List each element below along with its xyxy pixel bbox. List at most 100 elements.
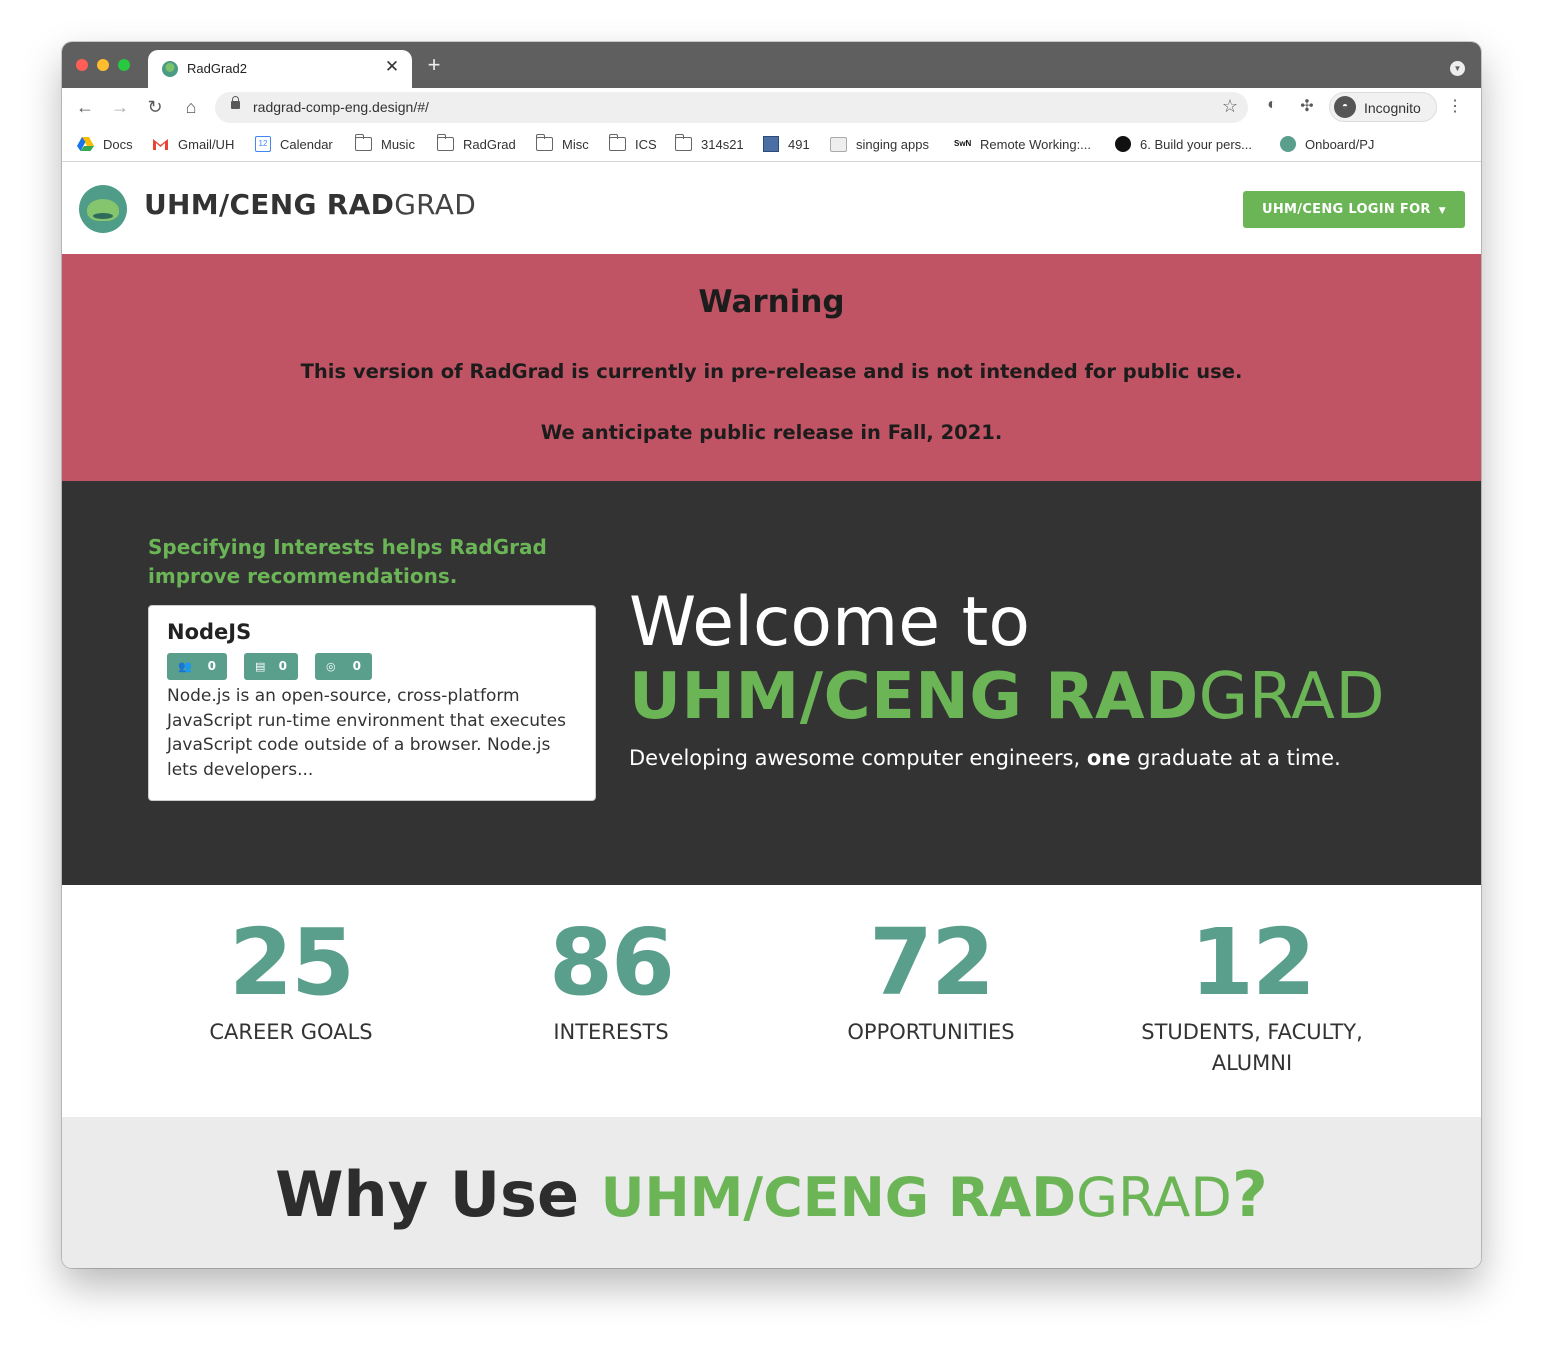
bookmark-label: singing apps — [856, 136, 929, 152]
warning-release-date: We anticipate public release in Fall, 20… — [540, 421, 1003, 444]
badge-count: 0 — [207, 659, 216, 673]
stat-label: CAREER GOALS — [209, 1020, 373, 1044]
stat-value: 12 — [1189, 909, 1316, 1016]
stat-career-goals: 25 CAREER GOALS — [131, 913, 451, 1048]
stats-section: 25 CAREER GOALS 86 INTERESTS 72 OPPORTUN… — [62, 885, 1481, 1117]
tab-title: RadGrad2 — [187, 61, 247, 76]
users-icon: 👥 — [178, 660, 192, 673]
warning-banner: Warning This version of RadGrad is curre… — [62, 254, 1481, 481]
bookmark-314s21[interactable]: 314s21 — [674, 134, 744, 153]
gmail-icon — [152, 137, 169, 151]
interest-title: NodeJS — [167, 620, 252, 644]
tab-strip: RadGrad2 ✕ + ▼ — [62, 42, 1481, 88]
browser-window: RadGrad2 ✕ + ▼ ← → ↻ ⌂ radgrad-comp-eng.… — [62, 42, 1481, 1268]
browser-menu-icon[interactable]: ⋮ — [1447, 96, 1463, 116]
address-bar[interactable]: radgrad-comp-eng.design/#/ ☆ — [215, 92, 1248, 123]
bookmark-label: ICS — [635, 136, 657, 152]
lock-icon — [231, 96, 240, 109]
stat-interests: 86 INTERESTS — [451, 913, 771, 1048]
brand-bold: UHM/CENG RAD — [144, 188, 395, 221]
stat-label: OPPORTUNITIES — [847, 1020, 1015, 1044]
back-icon[interactable]: ← — [74, 96, 96, 118]
swn-icon: SwN — [954, 139, 972, 148]
welcome-brand-bold: UHM/CENG RAD — [629, 660, 1199, 734]
bookmark-calendar[interactable]: 12 Calendar — [255, 135, 333, 153]
bookmark-label: Calendar — [280, 136, 333, 152]
browser-tab[interactable]: RadGrad2 ✕ — [148, 50, 412, 88]
login-label: UHM/CENG LOGIN FOR — [1262, 202, 1431, 217]
radgrad-logo-icon[interactable] — [79, 185, 127, 233]
login-dropdown-button[interactable]: UHM/CENG LOGIN FOR ▼ — [1243, 191, 1465, 228]
new-tab-button[interactable]: + — [424, 52, 444, 78]
bookmark-label: Docs — [103, 136, 133, 152]
why-suffix: ? — [1231, 1158, 1268, 1231]
stat-label: INTERESTS — [553, 1020, 669, 1044]
site-brand[interactable]: UHM/CENG RADGRAD — [144, 188, 476, 221]
folder-icon — [354, 134, 372, 151]
why-brand: UHM/CENG RADGRAD — [601, 1166, 1232, 1229]
stat-value: 72 — [868, 909, 995, 1016]
tagline-bold: one — [1086, 746, 1131, 770]
browser-toolbar: ← → ↻ ⌂ radgrad-comp-eng.design/#/ ☆ ◐ ✣… — [62, 88, 1481, 126]
square-icon — [763, 136, 779, 152]
bookmark-music[interactable]: Music — [354, 134, 415, 153]
folder-icon — [608, 134, 626, 151]
opportunities-count-badge: ◎ 0 — [315, 653, 372, 680]
welcome-brand-light: GRAD — [1198, 660, 1386, 734]
stat-value: 86 — [548, 909, 675, 1016]
app-icon — [830, 136, 847, 152]
why-section: Why Use UHM/CENG RADGRAD? — [62, 1117, 1481, 1268]
bookmark-onboard-pj[interactable]: Onboard/PJ — [1280, 135, 1374, 153]
bookmark-ics[interactable]: ICS — [608, 134, 657, 153]
bookmark-build-your-pers[interactable]: 6. Build your pers... — [1115, 135, 1252, 153]
google-drive-icon — [77, 137, 94, 151]
welcome-heading: Welcome to — [629, 583, 1030, 662]
password-manager-icon[interactable]: ◐ — [1261, 96, 1283, 114]
tagline: Developing awesome computer engineers, o… — [629, 746, 1341, 770]
tagline-pre: Developing awesome computer engineers, — [629, 746, 1087, 770]
radgrad-favicon-icon — [162, 61, 178, 77]
caret-down-icon: ▼ — [1438, 206, 1446, 216]
badge-count: 0 — [352, 659, 361, 673]
site-header: UHM/CENG RADGRAD UHM/CENG LOGIN FOR ▼ — [62, 163, 1481, 254]
interest-description: Node.js is an open-source, cross-platfor… — [167, 686, 566, 780]
bookmark-label: Remote Working:... — [980, 136, 1092, 152]
why-prefix: Why Use — [275, 1158, 601, 1231]
bookmark-491[interactable]: 491 — [763, 135, 810, 153]
reload-icon[interactable]: ↻ — [144, 96, 166, 118]
bookmark-docs[interactable]: Docs — [77, 135, 133, 153]
hero-section: Specifying Interests helps RadGrad impro… — [62, 481, 1481, 885]
tagline-post: graduate at a time. — [1130, 746, 1341, 770]
bookmark-label: 314s21 — [701, 136, 744, 152]
incognito-label: Incognito — [1364, 100, 1421, 116]
github-icon — [1115, 136, 1131, 152]
folder-icon — [674, 134, 692, 151]
bookmark-remote-working[interactable]: SwN Remote Working:... — [954, 135, 1091, 153]
stat-opportunities: 72 OPPORTUNITIES — [771, 913, 1091, 1048]
forward-icon[interactable]: → — [109, 96, 131, 118]
bookmark-star-icon[interactable]: ☆ — [1222, 96, 1238, 117]
close-window-button[interactable] — [76, 59, 88, 71]
interests-note: Specifying Interests helps RadGrad impro… — [148, 535, 547, 588]
bookmark-radgrad[interactable]: RadGrad — [436, 134, 516, 153]
page-content: UHM/CENG RADGRAD UHM/CENG LOGIN FOR ▼ War… — [62, 163, 1481, 1268]
globe-icon — [1280, 136, 1296, 152]
close-tab-icon[interactable]: ✕ — [382, 57, 402, 77]
why-brand-bold: UHM/CENG RAD — [600, 1166, 1077, 1229]
folder-icon — [436, 134, 454, 151]
interest-card[interactable]: NodeJS 👥 0 ▤ 0 ◎ 0 Node.js is an open-so… — [148, 605, 596, 801]
bookmark-label: 491 — [788, 136, 810, 152]
bookmark-label: 6. Build your pers... — [1140, 136, 1252, 152]
bookmark-singing-apps[interactable]: singing apps — [830, 135, 929, 153]
extensions-icon[interactable]: ✣ — [1296, 96, 1318, 116]
home-icon[interactable]: ⌂ — [180, 96, 202, 118]
maximize-window-button[interactable] — [118, 59, 130, 71]
why-brand-light: GRAD — [1076, 1166, 1232, 1229]
bookmark-gmail[interactable]: Gmail/UH — [152, 135, 234, 153]
bookmark-misc[interactable]: Misc — [535, 134, 589, 153]
incognito-profile-button[interactable]: ◓ Incognito — [1329, 92, 1437, 122]
minimize-window-button[interactable] — [97, 59, 109, 71]
tab-search-icon[interactable]: ▼ — [1450, 61, 1465, 76]
url-text: radgrad-comp-eng.design/#/ — [253, 99, 429, 115]
why-heading: Why Use UHM/CENG RADGRAD? — [62, 1155, 1481, 1238]
